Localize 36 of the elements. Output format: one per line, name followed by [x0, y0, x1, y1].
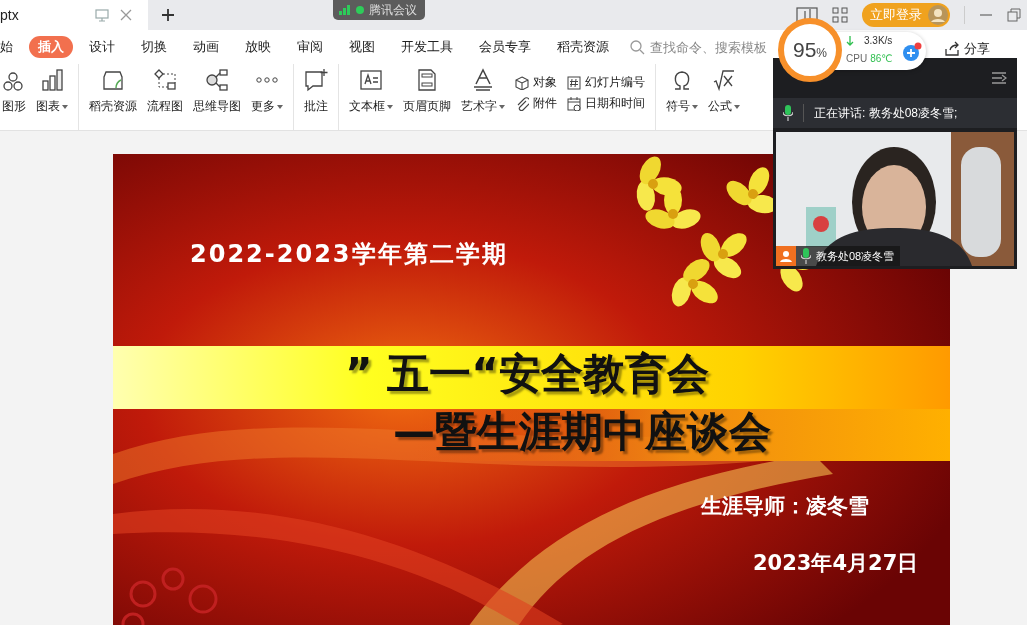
ribbon-tab[interactable]: 放映	[245, 36, 271, 58]
slide-subtitle: 2022-2023学年第二学期	[190, 239, 508, 270]
slide-presenter: 生涯导师：凌冬雪	[701, 493, 869, 520]
toolbar-button[interactable]: 文本框	[349, 68, 393, 115]
toolbar-button[interactable]: 公式	[708, 68, 740, 115]
toolbar-button[interactable]: 附件	[515, 95, 557, 112]
toolbar-button[interactable]: 对象	[515, 74, 557, 91]
toolbar-button[interactable]: 符号	[666, 68, 698, 115]
toolbar-button[interactable]: 流程图	[147, 68, 183, 115]
ribbon-tab[interactable]: 切换	[141, 36, 167, 58]
participant-name: 教务处08凌冬雪	[816, 248, 895, 264]
ribbon-tab[interactable]: 开发工具	[401, 36, 453, 58]
toolbar-button[interactable]: 艺术字	[461, 68, 505, 115]
network-speed: 3.3K/s	[864, 35, 893, 46]
ribbon-tab[interactable]: 视图	[349, 36, 375, 58]
ribbon-tab[interactable]: 动画	[193, 36, 219, 58]
ribbon-tab[interactable]: 审阅	[297, 36, 323, 58]
toolbar-button[interactable]: 批注	[304, 68, 328, 115]
ribbon-tab[interactable]: 会员专享	[479, 36, 531, 58]
toolbar-button[interactable]: 幻灯片编号	[567, 74, 645, 91]
toolbar-button[interactable]: 思维导图	[193, 68, 241, 115]
toolbar-button[interactable]: 图表	[36, 68, 68, 115]
share-button[interactable]: 分享	[944, 40, 990, 58]
ribbon-tab[interactable]: 设计	[89, 36, 115, 58]
ribbon-tab[interactable]: 稻壳资源	[557, 36, 609, 58]
toolbar-button[interactable]: 稻壳资源	[89, 68, 137, 115]
ribbon-tab[interactable]: 始	[0, 36, 13, 58]
toolbar-button[interactable]: 页眉页脚	[403, 68, 451, 115]
toolbar-button[interactable]: 图形	[2, 68, 26, 115]
slide-title: —暨生涯期中座谈会	[393, 406, 771, 458]
toolbar-button[interactable]: 日期和时间	[567, 95, 645, 112]
slide-title: ” 五一“安全教育会	[345, 348, 709, 400]
slide-date: 2023年4月27日	[753, 550, 919, 577]
cpu-temperature: CPU 86℃	[846, 53, 893, 64]
speaker-status: 正在讲话: 教务处08凌冬雪;	[814, 104, 958, 122]
toolbar-button[interactable]: 更多	[251, 68, 283, 115]
